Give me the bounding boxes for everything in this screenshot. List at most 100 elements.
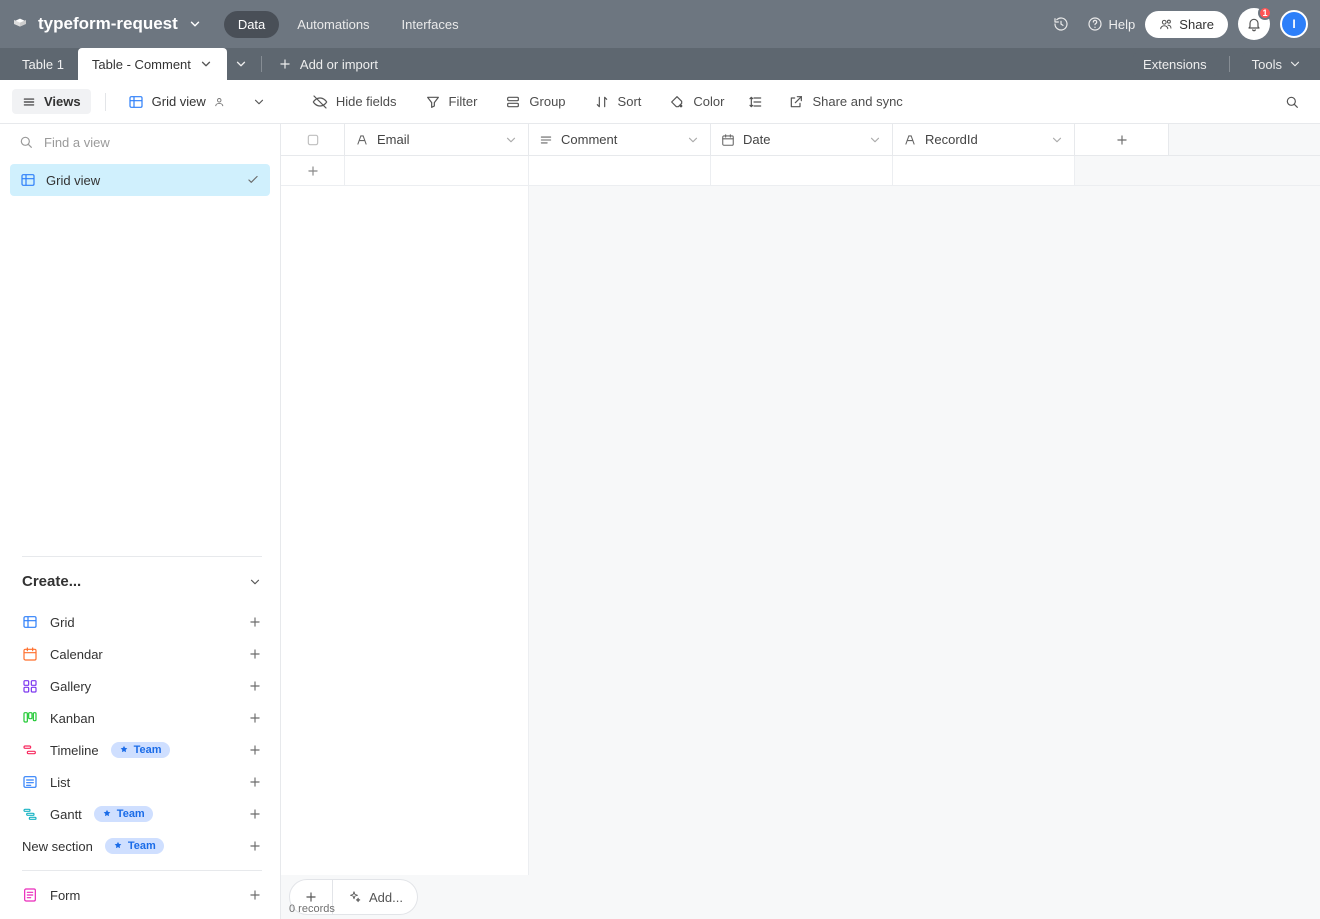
plus-icon[interactable] (248, 711, 262, 725)
chevron-down-icon[interactable] (1050, 133, 1064, 147)
divider (261, 56, 262, 72)
create-item-label: Gantt (50, 807, 82, 822)
extensions-button[interactable]: Extensions (1133, 53, 1217, 76)
add-with-ai-button[interactable]: Add... (333, 879, 418, 915)
plus-icon[interactable] (248, 743, 262, 757)
views-label: Views (44, 94, 81, 109)
sort-button[interactable]: Sort (582, 89, 654, 115)
add-record-row[interactable] (281, 156, 1320, 186)
record-count: 0 records (289, 901, 335, 917)
search-button[interactable] (1276, 86, 1308, 118)
search-icon (18, 134, 34, 150)
hide-fields-label: Hide fields (336, 94, 397, 109)
help-label: Help (1109, 17, 1136, 32)
create-view-header[interactable]: Create... (22, 556, 262, 606)
sort-label: Sort (618, 94, 642, 109)
views-sidebar: Find a view Grid view Create... (0, 124, 281, 919)
grid-header-row: Email Comment Date RecordId (281, 124, 1320, 156)
tools-button[interactable]: Tools (1242, 53, 1312, 76)
create-view-list[interactable]: List (22, 766, 262, 798)
grid-icon (20, 172, 36, 188)
nav-automations[interactable]: Automations (283, 11, 383, 38)
add-record-plus[interactable] (281, 156, 345, 185)
column-header-comment[interactable]: Comment (529, 124, 711, 155)
create-item-label: Gallery (50, 679, 91, 694)
current-view-button[interactable]: Grid view (120, 89, 274, 115)
create-view-kanban[interactable]: Kanban (22, 702, 262, 734)
kanban-icon (22, 710, 38, 726)
plus-icon[interactable] (248, 807, 262, 821)
chevron-down-icon (188, 17, 202, 31)
hide-fields-button[interactable]: Hide fields (300, 89, 409, 115)
view-item-grid[interactable]: Grid view (10, 164, 270, 196)
plus-icon (278, 57, 292, 71)
create-view-gantt[interactable]: Gantt Team (22, 798, 262, 830)
nav-interfaces[interactable]: Interfaces (388, 11, 473, 38)
empty-cell[interactable] (529, 156, 711, 185)
table-tab-0[interactable]: Table 1 (8, 48, 78, 80)
create-header-label: Create... (22, 573, 81, 590)
plus-icon[interactable] (248, 615, 262, 629)
group-button[interactable]: Group (493, 89, 577, 115)
team-badge: Team (111, 742, 170, 758)
add-or-import-label: Add or import (300, 57, 378, 72)
find-view-input[interactable]: Find a view (0, 124, 280, 160)
check-icon (246, 173, 260, 187)
column-header-email[interactable]: Email (345, 124, 529, 155)
divider (22, 870, 262, 871)
create-view-calendar[interactable]: Calendar (22, 638, 262, 670)
user-avatar[interactable]: I (1280, 10, 1308, 38)
create-view-section[interactable]: New section Team (22, 830, 262, 862)
add-or-import-button[interactable]: Add or import (268, 57, 388, 72)
color-button[interactable]: Color (657, 89, 736, 115)
view-toolbar: Views Grid view Hide fields Filter Group… (0, 80, 1320, 124)
gallery-icon (22, 678, 38, 694)
chevron-down-icon[interactable] (504, 133, 518, 147)
add-button-label: Add... (369, 890, 403, 905)
empty-cell[interactable] (711, 156, 893, 185)
frozen-column-bg (281, 186, 529, 875)
column-header-recordid[interactable]: RecordId (893, 124, 1075, 155)
chevron-down-icon[interactable] (868, 133, 882, 147)
views-sidebar-toggle[interactable]: Views (12, 89, 91, 114)
chevron-down-icon[interactable] (252, 95, 266, 109)
plus-icon[interactable] (248, 775, 262, 789)
create-view-gallery[interactable]: Gallery (22, 670, 262, 702)
column-header-date[interactable]: Date (711, 124, 893, 155)
plus-icon[interactable] (248, 647, 262, 661)
create-item-label: Grid (50, 615, 75, 630)
nav-data[interactable]: Data (224, 11, 279, 38)
share-sync-label: Share and sync (812, 94, 902, 109)
empty-first-cell[interactable] (345, 156, 529, 185)
create-view-timeline[interactable]: Timeline Team (22, 734, 262, 766)
divider (105, 93, 106, 111)
create-view-section: Create... Grid Calendar (0, 556, 280, 919)
base-title-block[interactable]: typeform-request (12, 14, 202, 34)
share-button[interactable]: Share (1145, 11, 1228, 38)
table-tab-1[interactable]: Table - Comment (78, 48, 227, 80)
empty-cell[interactable] (893, 156, 1075, 185)
notifications-button[interactable]: 1 (1238, 8, 1270, 40)
select-all-checkbox[interactable] (281, 124, 345, 155)
plus-icon[interactable] (248, 839, 262, 853)
create-item-label: Form (50, 888, 80, 903)
row-height-button[interactable] (740, 89, 772, 115)
views-list: Grid view (0, 160, 280, 200)
plus-icon[interactable] (248, 888, 262, 902)
notifications-badge: 1 (1258, 6, 1272, 20)
add-column-button[interactable] (1075, 124, 1169, 155)
filter-button[interactable]: Filter (413, 89, 490, 115)
tables-menu-button[interactable] (227, 48, 255, 80)
create-view-grid[interactable]: Grid (22, 606, 262, 638)
help-button[interactable]: Help (1087, 16, 1136, 32)
create-view-form[interactable]: Form (22, 879, 262, 919)
team-badge: Team (105, 838, 164, 854)
extensions-label: Extensions (1143, 57, 1207, 72)
help-icon (1087, 16, 1103, 32)
plus-icon[interactable] (248, 679, 262, 693)
share-sync-button[interactable]: Share and sync (776, 89, 914, 115)
tools-label: Tools (1252, 57, 1282, 72)
chevron-down-icon[interactable] (199, 57, 213, 71)
history-button[interactable] (1045, 8, 1077, 40)
chevron-down-icon[interactable] (686, 133, 700, 147)
